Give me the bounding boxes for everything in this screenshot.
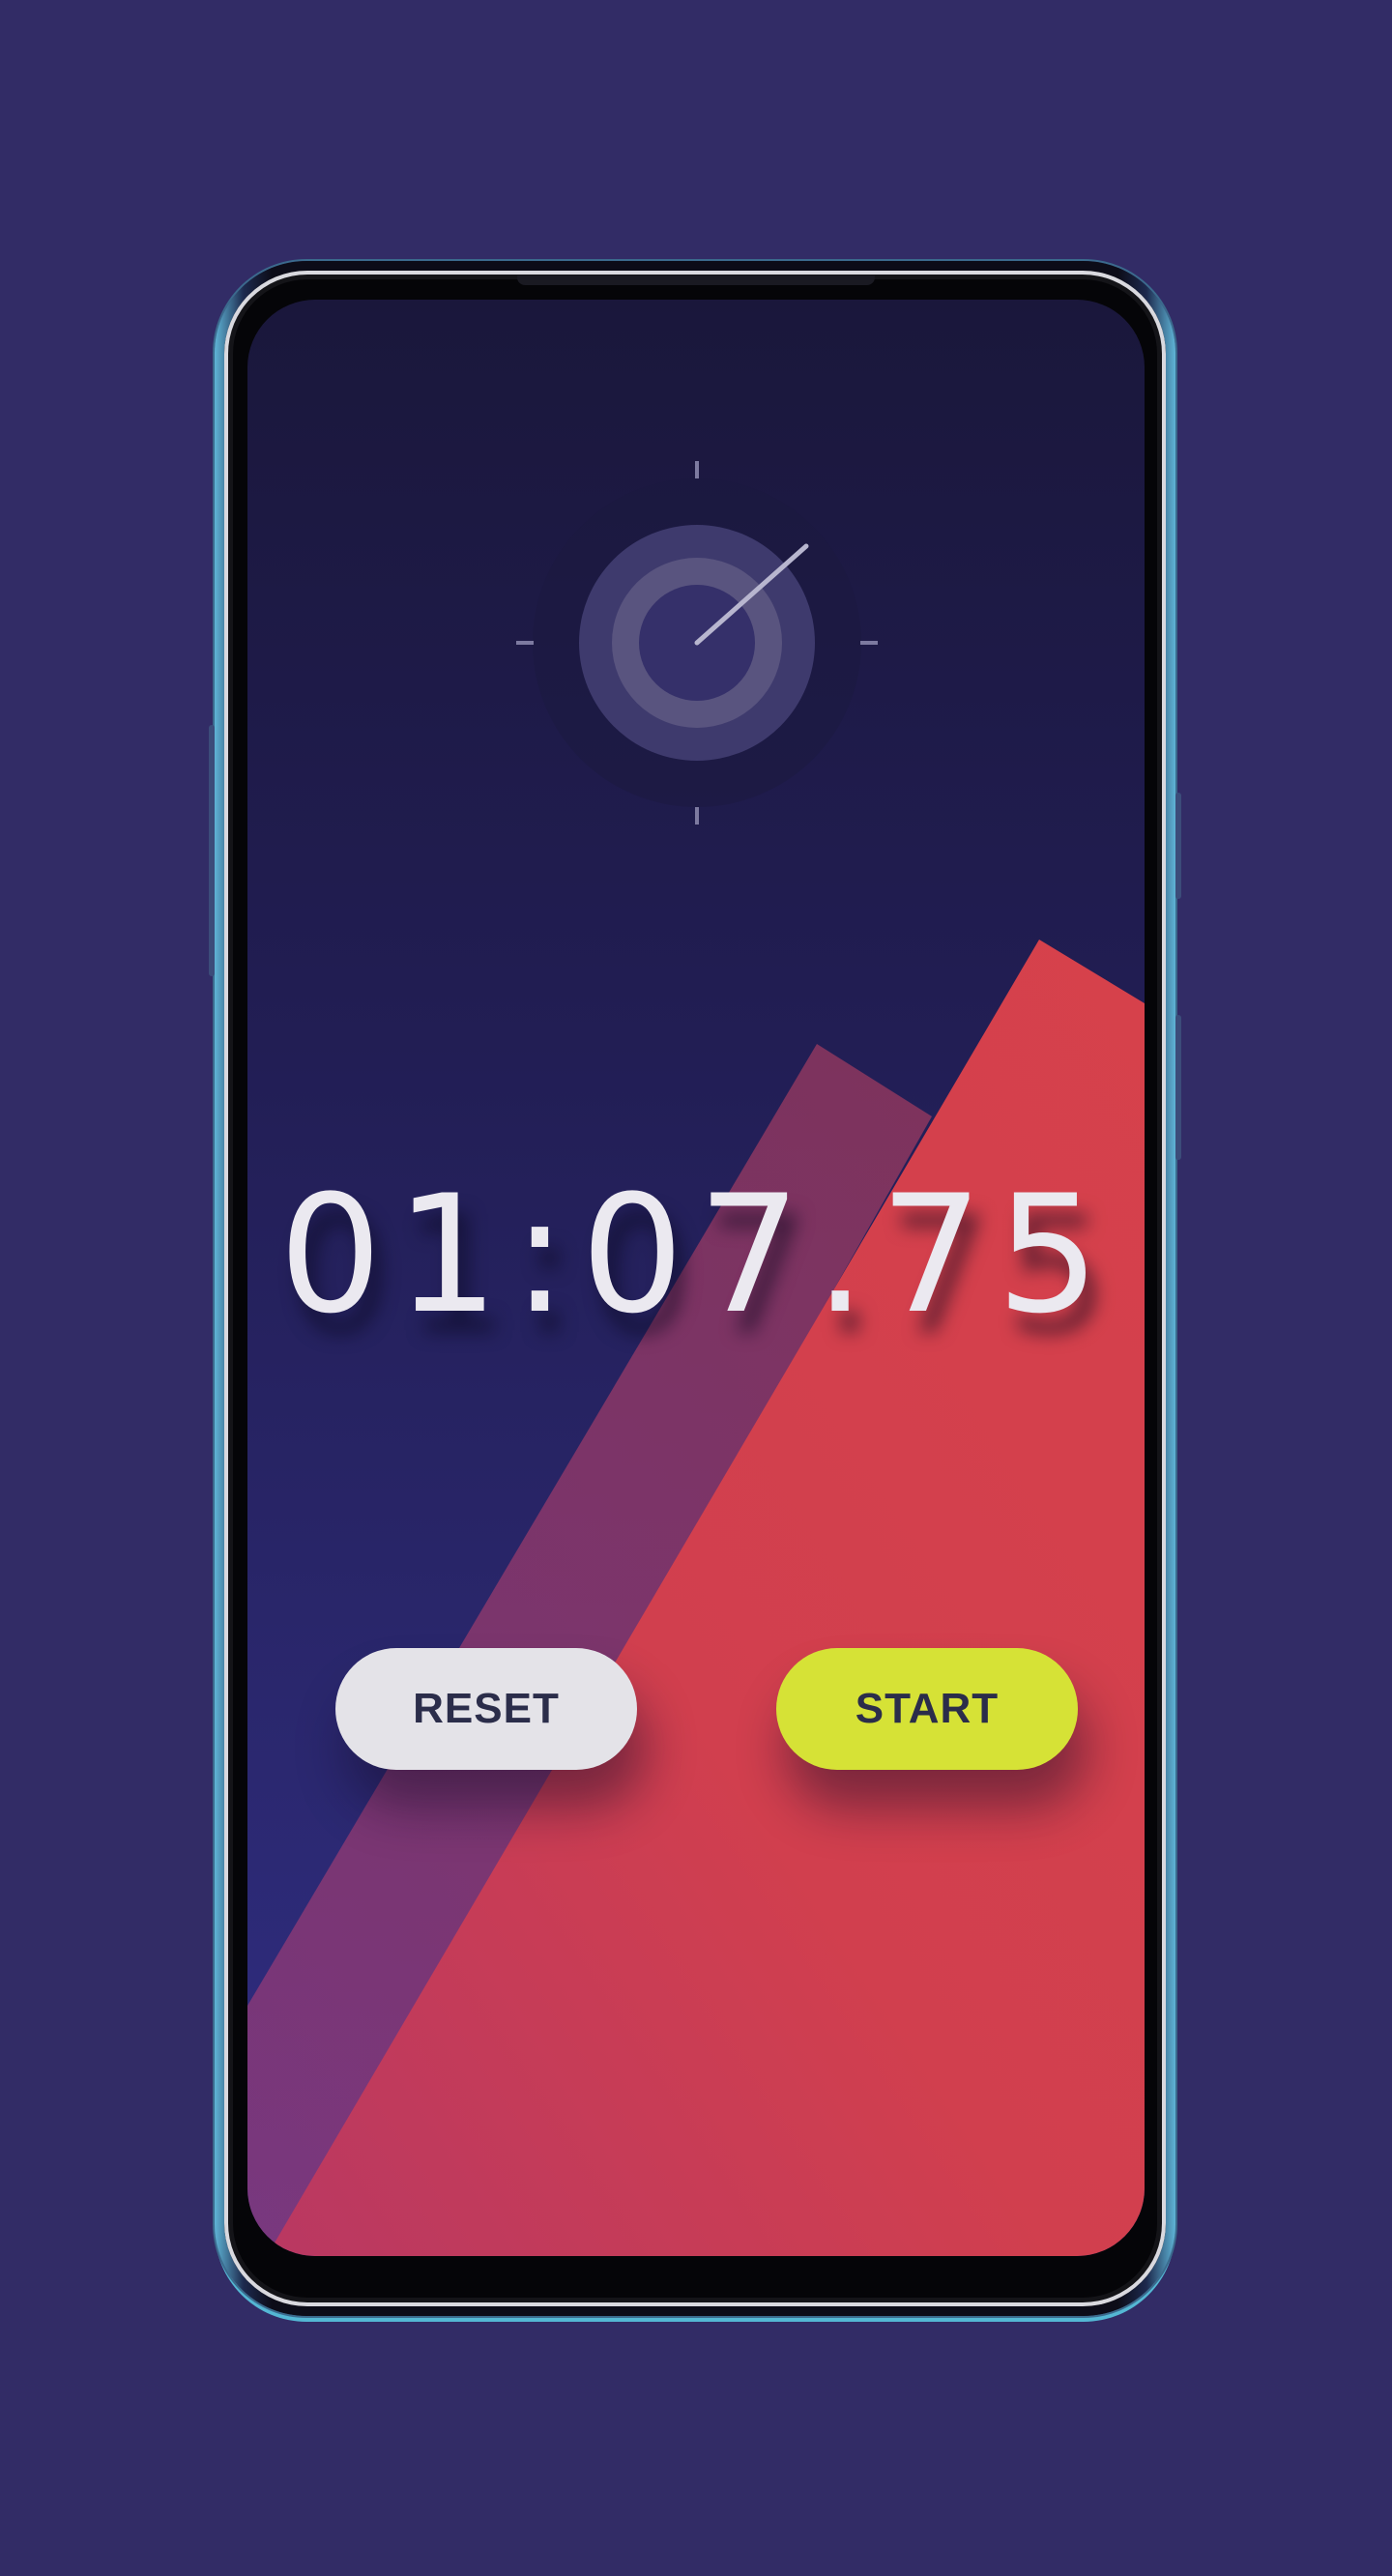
volume-button xyxy=(209,725,215,976)
app-canvas: 01:07.75 RESET START xyxy=(0,0,1392,2576)
start-button[interactable]: START xyxy=(776,1648,1078,1770)
reset-button[interactable]: RESET xyxy=(335,1648,637,1770)
red-mountain xyxy=(267,940,1145,2256)
elapsed-time: 01:07.75 xyxy=(278,1160,1114,1349)
stopwatch-dial-icon xyxy=(516,461,878,825)
side-button xyxy=(1175,1015,1181,1160)
power-button xyxy=(1175,793,1181,899)
stopwatch-screen: 01:07.75 RESET START xyxy=(247,300,1145,2256)
earpiece-speaker xyxy=(517,275,875,285)
